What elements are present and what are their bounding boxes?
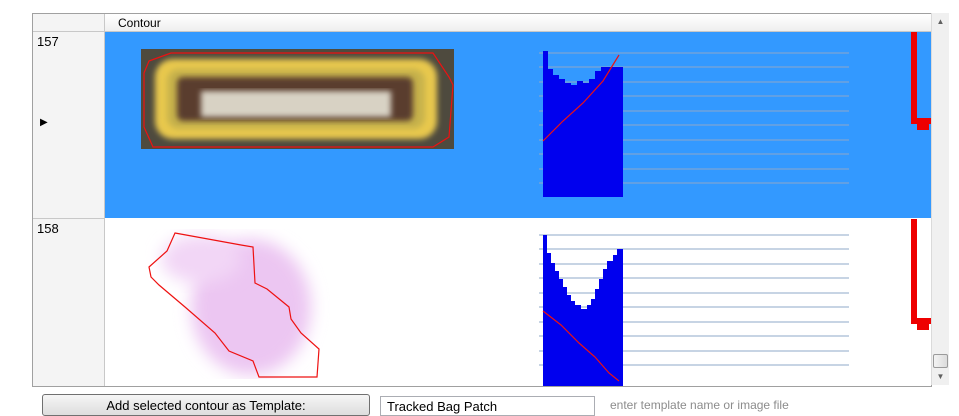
column-header-label: Contour	[118, 16, 161, 30]
histogram-chart	[533, 231, 853, 386]
profile-chart	[911, 32, 931, 142]
histogram-chart	[533, 49, 853, 197]
scroll-thumb[interactable]	[933, 354, 948, 368]
column-header-contour[interactable]: Contour	[105, 14, 931, 32]
grid-header-row: Contour	[33, 14, 931, 32]
row-pointer-icon: ▶	[40, 117, 48, 128]
scroll-down-arrow-icon[interactable]: ▼	[932, 368, 949, 385]
template-name-input[interactable]	[380, 396, 595, 416]
row-number: 157	[37, 34, 59, 49]
row-header[interactable]: 158	[33, 219, 105, 386]
vertical-scrollbar[interactable]: ▲ ▼	[931, 13, 949, 385]
contour-cell[interactable]	[105, 32, 931, 218]
grid-row-158[interactable]: 158	[33, 219, 931, 386]
add-template-button[interactable]: Add selected contour as Template:	[42, 394, 370, 416]
contour-image	[141, 49, 454, 149]
template-footer: Add selected contour as Template: enter …	[0, 388, 959, 416]
contour-grid[interactable]: Contour 157 ▶ 158	[32, 13, 932, 387]
histogram-bars	[543, 51, 623, 197]
template-hint-text: enter template name or image file	[610, 398, 789, 412]
scroll-up-arrow-icon[interactable]: ▲	[932, 13, 949, 30]
row-header[interactable]: 157 ▶	[33, 32, 105, 219]
contour-image	[141, 229, 341, 379]
contour-cell[interactable]	[105, 219, 931, 386]
row-number: 158	[37, 221, 59, 236]
grid-row-157[interactable]: 157 ▶	[33, 32, 931, 219]
profile-chart	[911, 219, 931, 339]
row-header-corner[interactable]	[33, 14, 105, 32]
histogram-bars	[543, 235, 623, 386]
